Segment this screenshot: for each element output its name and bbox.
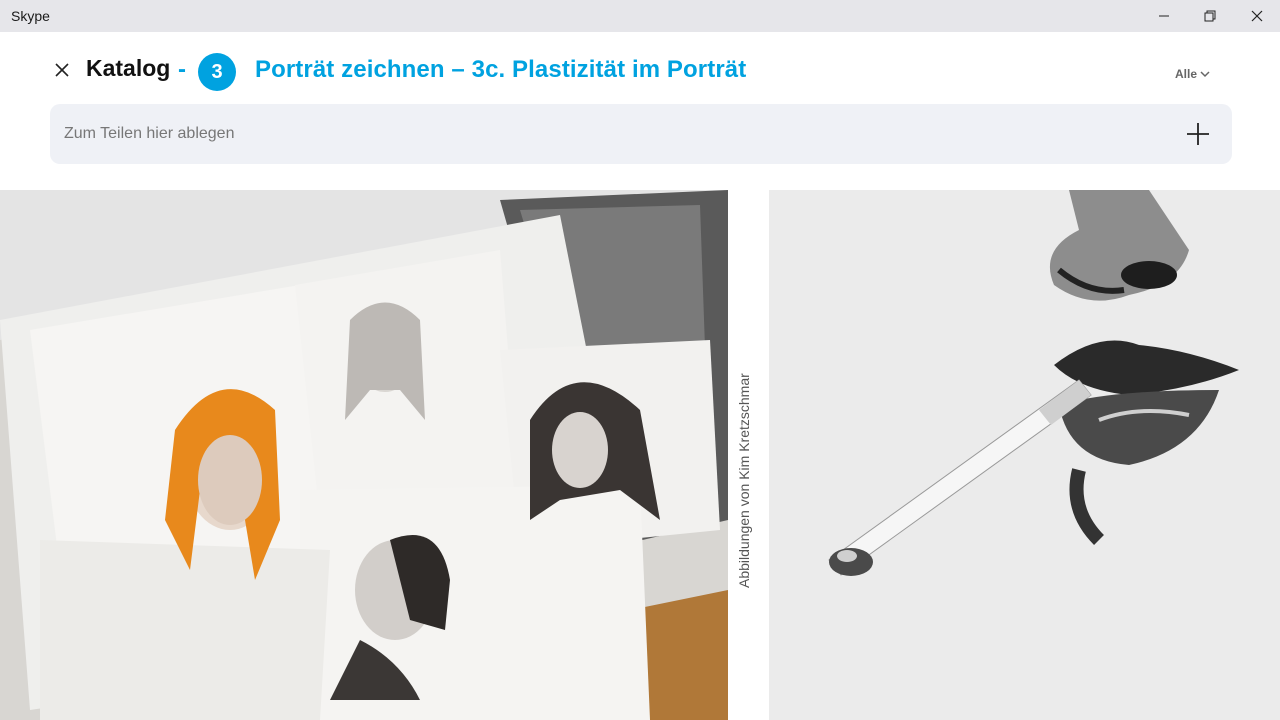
minimize-icon bbox=[1159, 15, 1169, 17]
section-title: Katalog bbox=[86, 55, 171, 81]
filter-label: Alle bbox=[1175, 67, 1198, 81]
window-titlebar: Skype bbox=[0, 0, 1280, 32]
filter-dropdown[interactable]: Alle bbox=[1175, 67, 1210, 81]
restore-icon bbox=[1204, 10, 1216, 22]
add-button[interactable] bbox=[1186, 122, 1210, 146]
chevron-down-icon bbox=[1200, 71, 1210, 78]
sketches-illustration bbox=[0, 190, 728, 720]
lips-drawing-photo bbox=[769, 190, 1280, 720]
minimize-button[interactable] bbox=[1141, 0, 1187, 32]
dropzone-placeholder: Zum Teilen hier ablegen bbox=[64, 125, 235, 142]
close-icon bbox=[55, 63, 69, 77]
plus-icon bbox=[1187, 123, 1209, 145]
step-number-badge: 3 bbox=[198, 53, 236, 91]
close-window-button[interactable] bbox=[1234, 0, 1280, 32]
app-title: Skype bbox=[11, 8, 50, 24]
share-dropzone[interactable]: Zum Teilen hier ablegen bbox=[50, 104, 1232, 164]
page-title: Porträt zeichnen – 3c. Plastizität im Po… bbox=[255, 56, 747, 83]
close-icon bbox=[1251, 10, 1263, 22]
close-catalog-button[interactable] bbox=[50, 58, 74, 82]
sketches-photo bbox=[0, 190, 728, 720]
image-credit: Abbildungen von Kim Kretzschmar bbox=[736, 373, 752, 588]
title-separator: - bbox=[178, 56, 186, 83]
lips-illustration bbox=[769, 190, 1280, 720]
restore-button[interactable] bbox=[1187, 0, 1233, 32]
